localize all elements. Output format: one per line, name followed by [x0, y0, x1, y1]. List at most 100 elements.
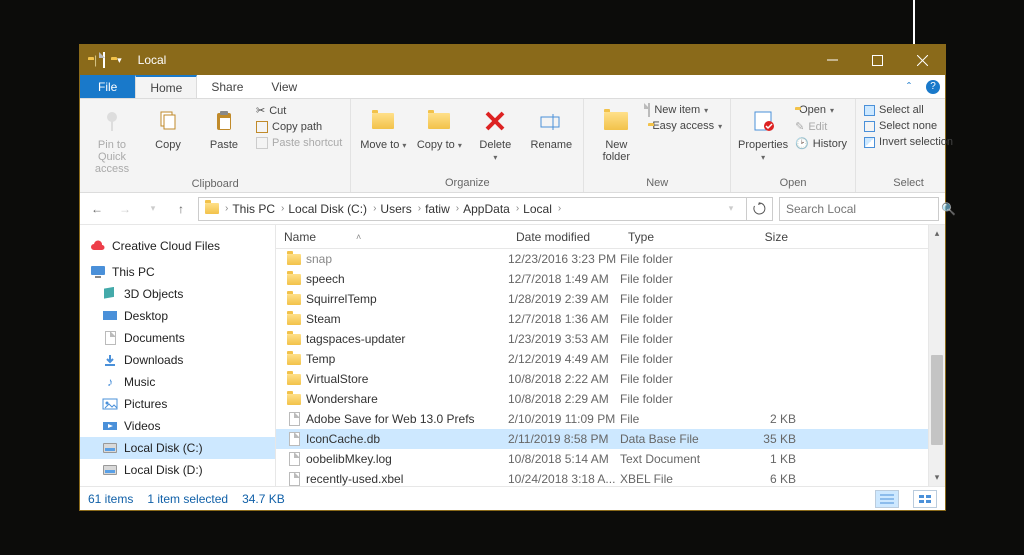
invert-selection-button[interactable]: Invert selection — [862, 135, 955, 149]
table-row[interactable]: oobelibMkey.log10/8/2018 5:14 AMText Doc… — [276, 449, 928, 469]
new-item-button[interactable]: New item ▾ — [646, 103, 724, 117]
file-name: oobelibMkey.log — [306, 452, 508, 466]
copy-button[interactable]: Copy — [142, 103, 194, 153]
chevron-right-icon[interactable]: › — [371, 203, 378, 214]
paste-shortcut-button[interactable]: Paste shortcut — [254, 136, 344, 150]
column-size[interactable]: Size — [728, 230, 796, 244]
file-icon — [282, 452, 306, 466]
select-all-button[interactable]: Select all — [862, 103, 955, 117]
nav-recent-button[interactable]: ▾ — [142, 198, 164, 220]
chevron-down-icon: ▾ — [493, 153, 497, 162]
table-row[interactable]: speech12/7/2018 1:49 AMFile folder — [276, 269, 928, 289]
crumb-local-disk-c[interactable]: Local Disk (C:)› — [288, 202, 378, 216]
nav-item-desktop[interactable]: Desktop — [80, 305, 275, 327]
scroll-thumb[interactable] — [931, 355, 943, 445]
nav-item-local-disk-d-[interactable]: Local Disk (D:) — [80, 459, 275, 481]
file-date: 1/23/2019 3:53 AM — [508, 332, 620, 346]
nav-item-downloads[interactable]: Downloads — [80, 349, 275, 371]
nav-item-3d-objects[interactable]: 3D Objects — [80, 283, 275, 305]
table-row[interactable]: Steam12/7/2018 1:36 AMFile folder — [276, 309, 928, 329]
group-new: New folder New item ▾ Easy access ▾ New — [584, 99, 731, 192]
nav-item-music[interactable]: ♪Music — [80, 371, 275, 393]
nav-item-label: Pictures — [124, 397, 167, 411]
copy-path-button[interactable]: Copy path — [254, 120, 344, 134]
new-folder-button[interactable]: New folder — [590, 103, 642, 165]
file-name: Steam — [306, 312, 508, 326]
crumb-this-pc[interactable]: This PC› — [232, 202, 286, 216]
nav-item-local-disk-c-[interactable]: Local Disk (C:) — [80, 437, 275, 459]
column-type[interactable]: Type — [620, 230, 728, 244]
file-size: 2 KB — [728, 412, 796, 426]
properties-button[interactable]: Properties▾ — [737, 103, 789, 166]
refresh-button[interactable] — [747, 197, 773, 221]
maximize-button[interactable] — [855, 45, 900, 75]
file-date: 12/23/2016 3:23 PM — [508, 252, 620, 266]
history-button[interactable]: 🕑History — [793, 136, 849, 151]
table-row[interactable]: tagspaces-updater1/23/2019 3:53 AMFile f… — [276, 329, 928, 349]
pin-to-quick-access-button[interactable]: Pin to Quick access — [86, 103, 138, 177]
nav-item-icon — [102, 396, 118, 412]
chevron-right-icon[interactable]: › — [454, 203, 461, 214]
crumb-local[interactable]: Local› — [523, 202, 563, 216]
move-to-button[interactable]: Move to ▾ — [357, 103, 409, 154]
copy-to-button[interactable]: Copy to ▾ — [413, 103, 465, 154]
chevron-right-icon[interactable]: › — [514, 203, 521, 214]
nav-creative-cloud[interactable]: Creative Cloud Files — [80, 235, 275, 257]
table-row[interactable]: recently-used.xbel10/24/2018 3:18 A...XB… — [276, 469, 928, 486]
search-input[interactable] — [786, 202, 941, 216]
chevron-right-icon[interactable]: › — [556, 203, 563, 214]
table-row[interactable]: VirtualStore10/8/2018 2:22 AMFile folder — [276, 369, 928, 389]
select-none-button[interactable]: Select none — [862, 119, 955, 133]
view-details-button[interactable] — [875, 490, 899, 508]
qat-properties-icon[interactable] — [103, 53, 105, 67]
crumb-appdata[interactable]: AppData› — [463, 202, 521, 216]
qat-dropdown-icon[interactable]: ▾ — [117, 55, 122, 66]
nav-item-icon — [102, 352, 118, 368]
scroll-down-icon[interactable]: ▾ — [929, 469, 945, 486]
chevron-right-icon[interactable]: › — [223, 203, 230, 214]
tab-file[interactable]: File — [80, 75, 135, 98]
chevron-right-icon[interactable]: › — [279, 203, 286, 214]
easy-access-button[interactable]: Easy access ▾ — [646, 119, 724, 133]
nav-forward-button[interactable]: → — [114, 198, 136, 220]
table-row[interactable]: Temp2/12/2019 4:49 AMFile folder — [276, 349, 928, 369]
table-row[interactable]: Adobe Save for Web 13.0 Prefs2/10/2019 1… — [276, 409, 928, 429]
chevron-down-icon: ▾ — [458, 141, 462, 150]
open-button[interactable]: Open ▾ — [793, 103, 849, 117]
file-type: File folder — [620, 352, 728, 366]
view-large-icons-button[interactable] — [913, 490, 937, 508]
nav-item-documents[interactable]: Documents — [80, 327, 275, 349]
nav-back-button[interactable]: ← — [86, 198, 108, 220]
column-name[interactable]: Name˄ — [276, 230, 508, 244]
vertical-scrollbar[interactable]: ▴ ▾ — [928, 225, 945, 486]
table-row[interactable]: IconCache.db2/11/2019 8:58 PMData Base F… — [276, 429, 928, 449]
address-dropdown-icon[interactable]: ▾ — [720, 198, 742, 220]
table-row[interactable]: SquirrelTemp1/28/2019 2:39 AMFile folder — [276, 289, 928, 309]
help-icon[interactable]: ? — [921, 75, 945, 98]
edit-button[interactable]: ✎Edit — [793, 119, 849, 134]
delete-button[interactable]: Delete▾ — [469, 103, 521, 166]
rename-button[interactable]: Rename — [525, 103, 577, 153]
close-button[interactable] — [900, 45, 945, 75]
scroll-up-icon[interactable]: ▴ — [929, 225, 945, 242]
folder-icon — [282, 254, 306, 265]
search-box[interactable]: 🔍 — [779, 197, 939, 221]
table-row[interactable]: snap12/23/2016 3:23 PMFile folder — [276, 249, 928, 269]
nav-up-button[interactable]: ↑ — [170, 198, 192, 220]
minimize-button[interactable] — [810, 45, 855, 75]
cut-button[interactable]: ✂Cut — [254, 103, 344, 118]
column-date[interactable]: Date modified — [508, 230, 620, 244]
breadcrumbs[interactable]: › This PC› Local Disk (C:)› Users› fatiw… — [198, 197, 747, 221]
table-row[interactable]: Wondershare10/8/2018 2:29 AMFile folder — [276, 389, 928, 409]
tab-home[interactable]: Home — [135, 75, 197, 98]
nav-item-videos[interactable]: Videos — [80, 415, 275, 437]
tab-share[interactable]: Share — [197, 75, 257, 98]
crumb-users[interactable]: Users› — [380, 202, 423, 216]
paste-button[interactable]: Paste — [198, 103, 250, 153]
chevron-right-icon[interactable]: › — [416, 203, 423, 214]
tab-view[interactable]: View — [257, 75, 311, 98]
crumb-fatiw[interactable]: fatiw› — [425, 202, 461, 216]
nav-this-pc[interactable]: This PC — [80, 261, 275, 283]
collapse-ribbon-icon[interactable]: ˆ — [897, 75, 921, 98]
nav-item-pictures[interactable]: Pictures — [80, 393, 275, 415]
